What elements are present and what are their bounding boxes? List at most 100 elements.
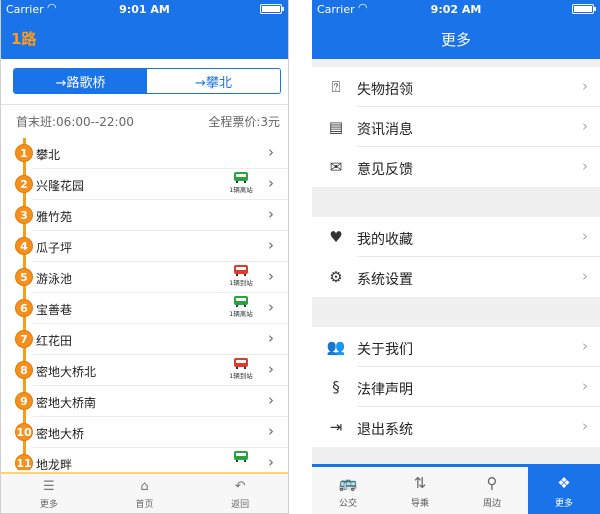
- tab-label: 周边: [482, 499, 501, 509]
- heart-icon: ♥: [329, 228, 343, 246]
- chevron-right-icon: ›: [582, 227, 588, 245]
- menu-item-document[interactable]: ▤ 资讯消息 ›: [312, 107, 600, 147]
- direction-segmented-control: →路歌桥 →攀北: [13, 68, 281, 94]
- bus-icon: 🚌: [338, 474, 358, 492]
- stop-name: 地龙畔: [36, 458, 73, 470]
- logout-icon: ⇥: [329, 418, 343, 436]
- tab-label: 返回: [231, 500, 250, 510]
- stop-item[interactable]: 7 红花田 ›: [1, 324, 288, 355]
- stop-item[interactable]: 3 雅竹苑 ›: [1, 200, 288, 231]
- bus-status: 1辆到站: [223, 358, 259, 380]
- bus-status: 1辆离站: [223, 172, 259, 194]
- menu-item-label: 我的收藏: [357, 232, 413, 248]
- menu-item-lost-found[interactable]: ⍰ 失物招领 ›: [312, 67, 600, 107]
- tab-transfer[interactable]: ⇅ 导乘: [384, 467, 456, 514]
- first-last-bus-time: 首末班:06:00--22:00: [16, 115, 134, 129]
- bus-icon: [234, 296, 248, 307]
- chevron-right-icon: ›: [268, 174, 274, 192]
- menu-item-users[interactable]: 👥 关于我们 ›: [312, 327, 600, 367]
- menu-item-law[interactable]: § 法律声明 ›: [312, 367, 600, 407]
- stop-number-badge: 7: [15, 330, 33, 348]
- chevron-right-icon: ›: [268, 329, 274, 347]
- menu-item-label: 退出系统: [357, 422, 413, 438]
- bus-icon: [234, 358, 248, 369]
- menu-group: 👥 关于我们 › § 法律声明 › ⇥ 退出系统 ›: [312, 327, 600, 447]
- tab-bus[interactable]: 🚌 公交: [312, 467, 384, 514]
- route-fare: 全程票价:3元: [208, 115, 280, 129]
- menu-item-mail[interactable]: ✉ 意见反馈 ›: [312, 147, 600, 187]
- bus-status-text: 1辆到站: [229, 279, 253, 287]
- chevron-right-icon: ›: [582, 77, 588, 95]
- menu-icon: ☰: [43, 479, 55, 494]
- stop-name: 密地大桥: [36, 427, 85, 441]
- battery-icon: [572, 4, 596, 14]
- menu-item-label: 意见反馈: [357, 162, 413, 178]
- nav-bar: 更多: [312, 18, 600, 59]
- document-icon: ▤: [328, 118, 344, 136]
- divider: [1, 104, 288, 105]
- bottom-tab-bar: 🚌 公交 ⇅ 导乘 ⚲ 周边 ❖ 更多: [312, 464, 600, 514]
- stop-item[interactable]: 4 瓜子坪 ›: [1, 231, 288, 262]
- stop-item[interactable]: 8 密地大桥北 1辆到站 ›: [1, 355, 288, 386]
- stop-item[interactable]: 9 密地大桥南 ›: [1, 386, 288, 417]
- status-time: 9:01 AM: [119, 3, 170, 16]
- stop-number-badge: 2: [15, 175, 33, 193]
- stop-name: 兴隆花园: [36, 179, 85, 193]
- more-menu: ⍰ 失物招领 › ▤ 资讯消息 › ✉ 意见反馈 › ♥ 我的收藏 › ⚙ 系统设置 › 👥 关于我们 › § 法律声…: [312, 59, 600, 477]
- stop-item[interactable]: 11 地龙畔 ›: [1, 448, 288, 470]
- menu-item-logout[interactable]: ⇥ 退出系统 ›: [312, 407, 600, 447]
- nav-bar: 1路: [1, 18, 288, 59]
- stop-name: 游泳池: [36, 272, 73, 286]
- more-menu-screen: Carrier ◠ 9:02 AM 更多 ⍰ 失物招领 › ▤ 资讯消息 › ✉ 意见反馈 › ♥…: [312, 0, 600, 514]
- menu-item-label: 法律声明: [357, 382, 413, 398]
- tab-nearby[interactable]: ⚲ 周边: [456, 467, 528, 514]
- bus-status: 1辆离站: [223, 296, 259, 318]
- stop-item[interactable]: 1 攀北 ›: [1, 138, 288, 169]
- stop-name: 密地大桥北: [36, 365, 97, 379]
- bus-status: 1辆到站: [223, 265, 259, 287]
- tab-label: 导乘: [410, 499, 429, 509]
- bottom-tab-bar: ☰ 更多 ⌂ 首页 ↶ 返回: [1, 472, 288, 513]
- stop-name: 雅竹苑: [36, 210, 73, 224]
- menu-item-gear[interactable]: ⚙ 系统设置 ›: [312, 257, 600, 297]
- tab-back[interactable]: ↶ 返回: [192, 474, 288, 513]
- menu-group: ⍰ 失物招领 › ▤ 资讯消息 › ✉ 意见反馈 ›: [312, 67, 600, 187]
- stop-item[interactable]: 10 密地大桥 ›: [1, 417, 288, 448]
- more-icon: ❖: [557, 474, 571, 492]
- lost-found-icon: ⍰: [331, 78, 341, 96]
- stop-name: 红花田: [36, 334, 73, 348]
- status-time: 9:02 AM: [430, 3, 482, 16]
- tab-home[interactable]: ⌂ 首页: [97, 474, 193, 513]
- group-spacer: [312, 297, 600, 327]
- stop-item[interactable]: 2 兴隆花园 1辆离站 ›: [1, 169, 288, 200]
- stop-number-badge: 3: [15, 206, 33, 224]
- stop-name: 宝善巷: [36, 303, 73, 317]
- stop-item[interactable]: 5 游泳池 1辆到站 ›: [1, 262, 288, 293]
- chevron-right-icon: ›: [268, 267, 274, 285]
- stop-number-badge: 4: [15, 237, 33, 255]
- battery-icon: [260, 4, 284, 14]
- direction-tab-1[interactable]: →路歌桥: [14, 69, 147, 93]
- menu-item-heart[interactable]: ♥ 我的收藏 ›: [312, 217, 600, 257]
- tab-more[interactable]: ❖ 更多: [528, 467, 600, 514]
- nearby-icon: ⚲: [486, 474, 498, 492]
- stop-name: 密地大桥南: [36, 396, 97, 410]
- bus-status-text: 1辆离站: [229, 310, 253, 318]
- home-icon: ⌂: [140, 479, 149, 494]
- tab-menu[interactable]: ☰ 更多: [1, 474, 97, 513]
- menu-group: ♥ 我的收藏 › ⚙ 系统设置 ›: [312, 217, 600, 297]
- stop-number-badge: 10: [15, 423, 33, 441]
- chevron-right-icon: ›: [268, 298, 274, 316]
- bus-icon: [234, 451, 248, 462]
- chevron-right-icon: ›: [268, 205, 274, 223]
- mail-icon: ✉: [329, 158, 343, 176]
- tab-label: 更多: [39, 500, 58, 510]
- chevron-right-icon: ›: [582, 417, 588, 435]
- chevron-right-icon: ›: [268, 360, 274, 378]
- stop-number-badge: 6: [15, 299, 33, 317]
- chevron-right-icon: ›: [268, 143, 274, 161]
- law-icon: §: [332, 378, 340, 396]
- direction-tab-2[interactable]: →攀北: [147, 69, 280, 93]
- chevron-right-icon: ›: [268, 453, 274, 470]
- stop-item[interactable]: 6 宝善巷 1辆离站 ›: [1, 293, 288, 324]
